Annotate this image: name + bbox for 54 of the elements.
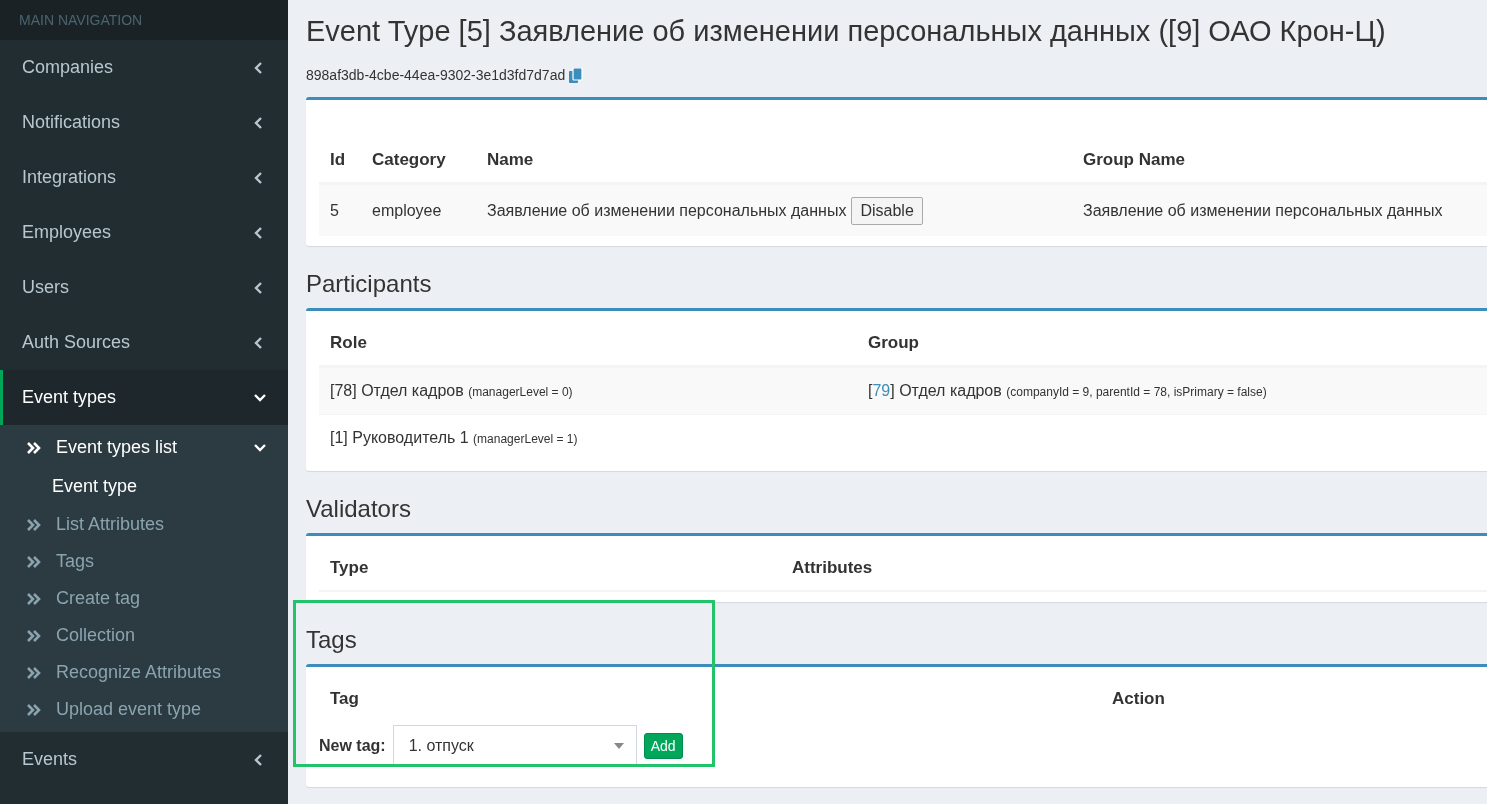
submenu-item[interactable]: Event types list bbox=[0, 429, 288, 466]
chevron-down-icon bbox=[254, 391, 266, 404]
column-header: Id bbox=[329, 150, 347, 170]
column-header: Action bbox=[1111, 689, 1166, 709]
caret-icon bbox=[613, 743, 624, 749]
submenu-item[interactable]: List Attributes bbox=[0, 506, 288, 543]
double-chevron-icon bbox=[26, 518, 42, 531]
double-chevron-icon bbox=[26, 629, 42, 642]
sidebar-item[interactable]: Event types bbox=[0, 370, 288, 425]
section-title: Validators bbox=[306, 494, 412, 524]
table-cell-text: [79] Отдел кадров (companyId = 9, parentId = 78, isPrimary = false) bbox=[867, 382, 1268, 400]
table-cell-text: Заявление об изменении персональных данных bbox=[1082, 201, 1444, 220]
section-title: Tags bbox=[306, 625, 358, 655]
table-cell-text: employee bbox=[371, 201, 443, 220]
column-header: Attributes bbox=[791, 558, 874, 578]
sidebar-item[interactable]: Events bbox=[0, 732, 288, 787]
double-chevron-icon bbox=[26, 555, 42, 568]
section-title: Participants bbox=[306, 269, 433, 299]
table-cell-text: 5 bbox=[329, 201, 340, 220]
table-cell-text: [78] Отдел кадров (managerLevel = 0) bbox=[329, 382, 574, 400]
tag-select[interactable]: 1. отпуск bbox=[392, 725, 637, 767]
submenu-item[interactable]: Create tag bbox=[0, 580, 288, 617]
sidebar-item[interactable]: Users bbox=[0, 260, 288, 315]
field-label: New tag: bbox=[319, 737, 386, 755]
table-cell: Заявление об изменении персональных данных bbox=[487, 201, 847, 220]
submenu-item[interactable]: Tags bbox=[0, 543, 288, 580]
page-title: Event Type [5] Заявление об изменении персональных данных ([9] ОАО Крон-Ц) bbox=[306, 14, 1387, 49]
uuid-text: 898af3db-4cbe-44ea-9302-3e1d3fd7d7ad bbox=[306, 67, 566, 83]
column-header: Group Name bbox=[1082, 150, 1187, 170]
sidebar-item[interactable]: Companies bbox=[0, 40, 288, 95]
column-header: Type bbox=[329, 558, 370, 578]
double-chevron-icon bbox=[26, 441, 42, 454]
group-link[interactable]: 79 bbox=[872, 382, 891, 399]
column-header: Category bbox=[371, 150, 447, 170]
sidebar-item[interactable]: Notifications bbox=[0, 95, 288, 150]
submenu-item[interactable]: Collection bbox=[0, 617, 288, 654]
sidebar-item[interactable]: Employees bbox=[0, 205, 288, 260]
double-chevron-icon bbox=[26, 703, 42, 716]
sidebar-header: MAIN NAVIGATION bbox=[0, 0, 288, 40]
sidebar-item[interactable]: Integrations bbox=[0, 150, 288, 205]
column-header: Group bbox=[867, 333, 920, 353]
column-header: Name bbox=[486, 150, 535, 170]
disable-button[interactable]: Disable bbox=[851, 196, 923, 225]
sidebar-item[interactable]: Auth Sources bbox=[0, 315, 288, 370]
double-chevron-icon bbox=[26, 666, 42, 679]
column-header: Tag bbox=[329, 689, 360, 709]
double-chevron-icon bbox=[26, 592, 42, 605]
submenu-item[interactable]: Event type bbox=[0, 466, 288, 506]
copy-icon[interactable] bbox=[569, 67, 584, 83]
table-cell-text: [1] Руководитель 1 (managerLevel = 1) bbox=[329, 429, 579, 447]
column-header: Role bbox=[329, 333, 368, 353]
chevron-down-icon bbox=[254, 441, 266, 454]
submenu-item[interactable]: Recognize Attributes bbox=[0, 654, 288, 691]
submenu-item[interactable]: Upload event type bbox=[0, 691, 288, 728]
